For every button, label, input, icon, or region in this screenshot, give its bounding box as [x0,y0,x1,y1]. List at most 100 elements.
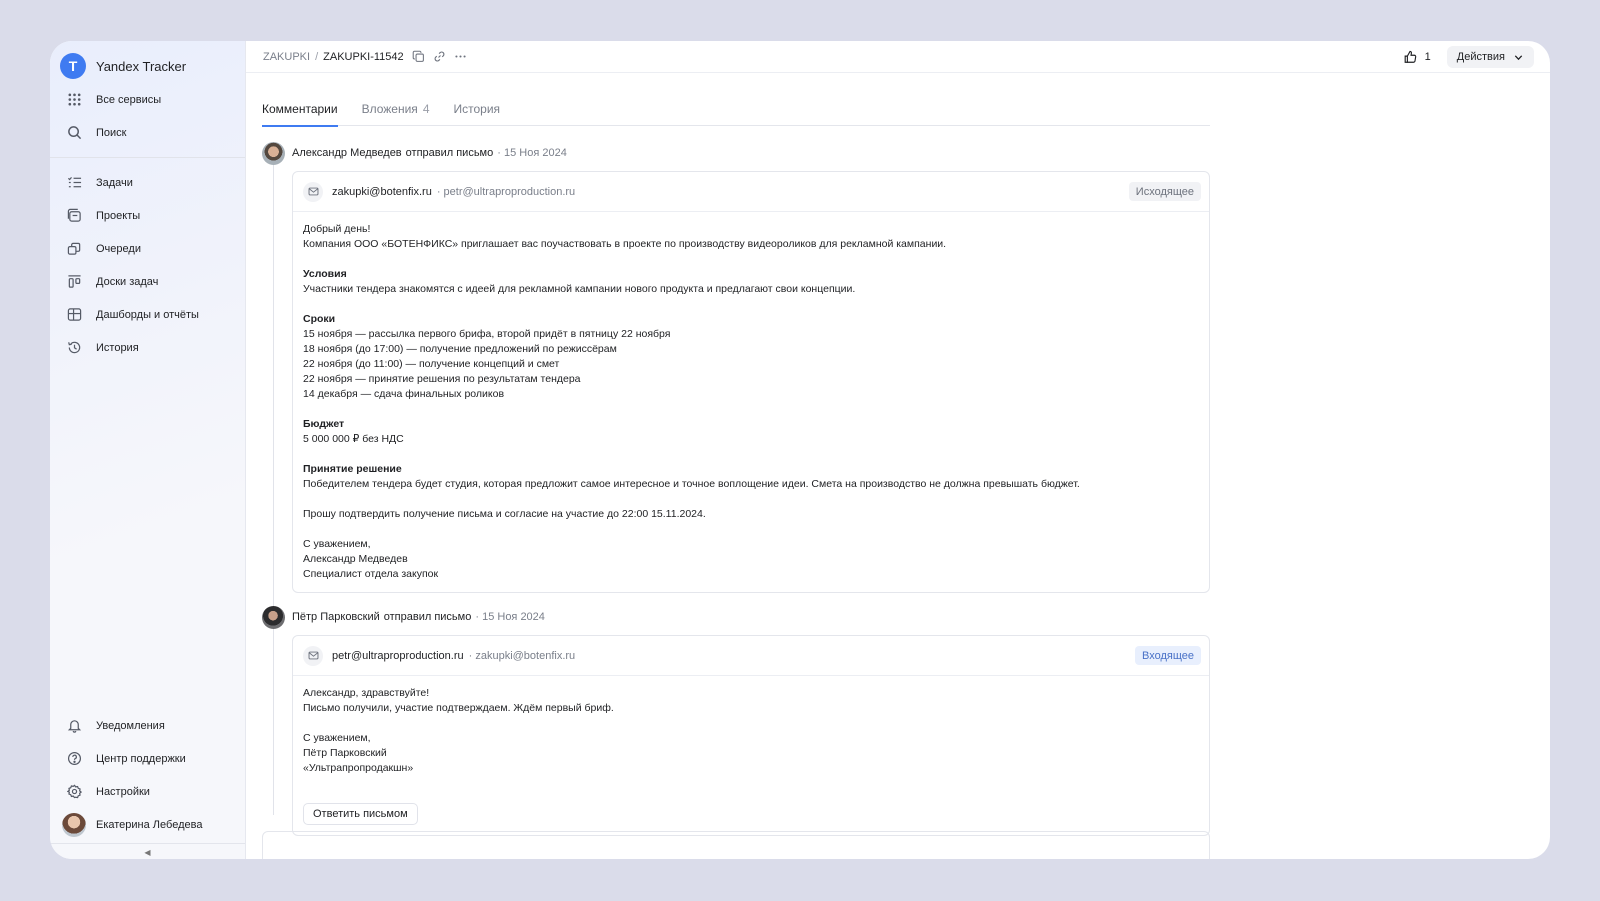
breadcrumb-issue-key[interactable]: ZAKUPKI-11542 [323,51,404,63]
dashboards-icon [66,307,82,323]
actions-button[interactable]: Действия [1446,46,1534,68]
copy-icon[interactable] [412,50,425,63]
help-icon [66,751,82,767]
comment-editor[interactable] [262,831,1210,859]
sidebar-item-tasks[interactable]: Задачи [50,166,245,199]
status-badge: Входящее [1134,646,1201,665]
like-button[interactable]: 1 [1403,50,1431,64]
bell-icon [66,718,82,734]
sidebar-item-label: Дашборды и отчёты [96,308,199,321]
thread-line [273,165,274,815]
sidebar-item-label: Доски задач [96,275,159,288]
mail-term: 22 ноября — принятие решения по результа… [303,373,581,385]
sidebar-item-queues[interactable]: Очереди [50,232,245,265]
projects-icon [66,208,82,224]
mail-from: zakupki@botenfix.ru [332,185,432,198]
tab-label: История [453,102,501,116]
comment-author[interactable]: Александр Медведев [292,147,402,159]
sidebar-item-support[interactable]: Центр поддержки [50,742,245,775]
mail-signature-company: «Ультрапропродакшн» [303,762,414,774]
mail-regards: С уважением, [303,538,371,550]
sidebar-divider [50,157,245,158]
sidebar-item-label: Настройки [96,785,150,798]
brand[interactable]: T Yandex Tracker [50,51,245,81]
comment-author[interactable]: Пётр Парковский [292,611,380,623]
search-icon [66,125,82,141]
tab-count: 4 [422,102,430,116]
queues-icon [66,241,82,257]
tab-history[interactable]: История [454,97,501,126]
sidebar-collapse-button[interactable]: ◀ [50,843,245,857]
mail-term: 22 ноября (до 11:00) — получение концепц… [303,358,560,370]
sidebar-item-search[interactable]: Поиск [50,116,245,149]
comment-outgoing: Александр Медведев отправил письмо · 15 … [262,141,1210,593]
envelope-icon [303,645,323,666]
sidebar-item-label: История [96,341,139,354]
sidebar: T Yandex Tracker Все сервисы Поиск Задач… [50,41,246,859]
mail-term: 14 декабря — сдача финальных роликов [303,388,505,400]
comment-action: отправил письмо [383,611,472,623]
sidebar-item-boards[interactable]: Доски задач [50,265,245,298]
breadcrumb-separator: / [315,50,319,63]
tasks-icon [66,175,82,191]
mail-greeting: Александр, здравствуйте! [303,687,430,699]
tab-attachments[interactable]: Вложения 4 [362,97,430,126]
tab-label: Вложения [361,102,418,116]
mail-term: 18 ноября (до 17:00) — получение предлож… [303,343,617,355]
author-avatar[interactable] [262,141,285,165]
sidebar-item-history[interactable]: История [50,331,245,364]
comment-action: отправил письмо [405,147,494,159]
mail-header: zakupki@botenfix.ru · petr@ultraproprodu… [293,172,1209,212]
comment-header: Александр Медведев отправил письмо · 15 … [262,141,1210,165]
comment-incoming: Пётр Парковский отправил письмо · 15 Ноя… [262,605,1210,836]
status-badge: Исходящее [1128,182,1201,201]
reply-by-email-button[interactable]: Ответить письмом [303,803,418,825]
mail-regards: С уважением, [303,732,371,744]
mail-signature-role: Специалист отдела закупок [303,568,439,580]
main-area: ZAKUPKI / ZAKUPKI-11542 1 Действия Комме… [246,41,1550,859]
mail-term: 15 ноября — рассылка первого брифа, втор… [303,328,671,340]
sidebar-item-projects[interactable]: Проекты [50,199,245,232]
mail-section-title: Условия [303,268,347,280]
sidebar-item-label: Проекты [96,209,141,222]
mail-section-title: Принятие решение [303,463,402,475]
mail-to: · petr@ultraproproduction.ru [436,185,576,198]
mail-signature-name: Пётр Парковский [303,747,387,759]
chevron-down-icon [1514,54,1523,60]
topbar: ZAKUPKI / ZAKUPKI-11542 1 Действия [246,41,1550,73]
sidebar-item-label: Центр поддержки [96,752,186,765]
tracker-logo-icon: T [60,53,86,79]
mail-section-title: Сроки [303,313,336,325]
user-avatar [62,812,86,837]
actions-label: Действия [1456,51,1505,63]
author-avatar[interactable] [262,605,285,629]
breadcrumb-queue[interactable]: ZAKUPKI [263,51,310,63]
link-icon[interactable] [433,50,446,63]
like-count: 1 [1424,51,1431,63]
sidebar-item-label: Поиск [96,126,127,139]
sidebar-item-dashboards[interactable]: Дашборды и отчёты [50,298,245,331]
mail-text: Победителем тендера будет студия, котора… [303,478,1080,490]
sidebar-item-notifications[interactable]: Уведомления [50,709,245,742]
mail-text: Прошу подтвердить получение письма и сог… [303,508,706,520]
mail-intro: Компания ООО «БОТЕНФИКС» приглашает вас … [303,238,947,250]
sidebar-item-label: Уведомления [96,719,165,732]
sidebar-item-label: Задачи [96,176,133,189]
mail-from: petr@ultraproproduction.ru [332,649,464,662]
collapse-arrow-icon: ◀ [144,848,151,857]
sidebar-item-settings[interactable]: Настройки [50,775,245,808]
tab-comments[interactable]: Комментарии [262,97,338,127]
comment-date: · 15 Ноя 2024 [475,611,545,623]
sidebar-item-all-services[interactable]: Все сервисы [50,83,245,116]
mail-header: petr@ultraproproduction.ru · zakupki@bot… [293,636,1209,676]
sidebar-user[interactable]: Екатерина Лебедева [50,808,245,841]
history-icon [66,340,82,356]
more-icon[interactable] [454,50,467,63]
grid-icon [66,92,82,108]
mail-greeting: Добрый день! [303,223,371,235]
mail-body: Добрый день! Компания ООО «БОТЕНФИКС» пр… [293,212,1209,592]
mail-to: · zakupki@botenfix.ru [468,649,576,662]
comment-date: · 15 Ноя 2024 [497,147,567,159]
sidebar-item-label: Все сервисы [96,93,162,106]
envelope-icon [303,181,323,202]
